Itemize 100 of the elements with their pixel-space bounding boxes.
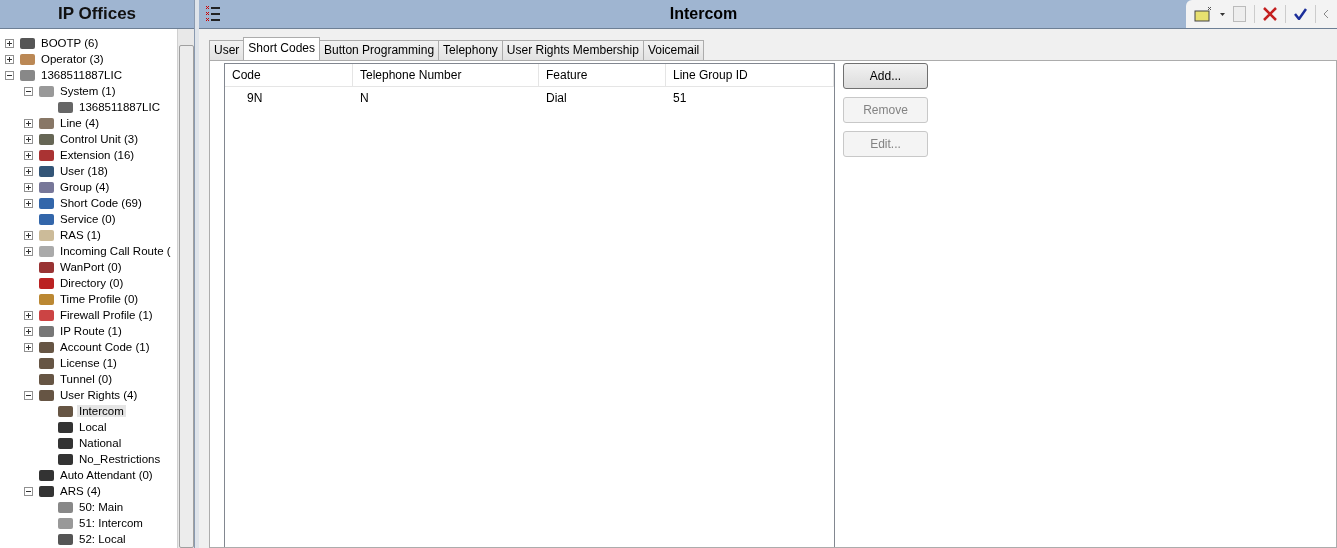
node-icon [58,501,73,513]
collapse-toggle[interactable] [5,70,14,80]
expand-toggle[interactable] [24,118,33,128]
expand-toggle[interactable] [24,326,33,336]
checkmark-icon[interactable] [1294,8,1307,20]
node-icon [39,149,54,161]
expand-toggle[interactable] [5,38,14,48]
tree-item[interactable]: IP Route (1) [58,325,124,337]
node-icon [39,485,54,497]
expand-toggle[interactable] [24,342,33,352]
tree-item[interactable]: Operator (3) [39,53,106,65]
node-icon [39,133,54,145]
tab[interactable]: Voicemail [642,40,705,60]
tree-item[interactable]: Control Unit (3) [58,133,140,145]
expand-toggle[interactable] [24,246,33,256]
tree-item[interactable]: User Rights (4) [58,389,140,401]
chevron-left-icon[interactable] [1324,10,1329,18]
node-icon [39,117,54,129]
tree-item[interactable]: Incoming Call Route ( [58,245,173,257]
node-icon [58,405,73,417]
node-icon [39,245,54,257]
expand-toggle[interactable] [24,134,33,144]
node-icon [39,293,54,305]
node-icon [58,533,73,545]
tree-item[interactable]: 51: Intercom [77,517,145,529]
expand-toggle[interactable] [24,150,33,160]
tree-item[interactable]: 52: Local [77,533,128,545]
tree-item[interactable]: System (1) [58,85,118,97]
tree-item[interactable]: No_Restrictions [77,453,163,465]
column-header[interactable]: Feature [539,64,666,86]
tree-item[interactable]: Account Code (1) [58,341,152,353]
collapse-toggle[interactable] [24,86,33,96]
node-icon [20,53,35,65]
tree-item[interactable]: WanPort (0) [58,261,124,273]
tab[interactable]: Button Programming [319,40,440,60]
column-header[interactable]: Code [225,64,353,86]
editor-title: Intercom [668,5,739,23]
table-cell-text: N [359,90,370,107]
node-icon [20,69,35,81]
list-icon[interactable] [205,5,221,23]
tab[interactable]: Short Codes [243,37,321,60]
tab[interactable]: User [209,40,245,60]
node-icon [39,85,54,97]
action-button[interactable]: Add... [843,63,928,89]
tree-item[interactable]: 1368511887LIC [39,69,124,81]
close-icon[interactable] [1263,7,1277,21]
tree-item[interactable]: Group (4) [58,181,112,193]
tab[interactable]: User Rights Membership [501,40,644,60]
column-header[interactable]: Telephone Number [353,64,539,86]
node-icon [39,373,54,385]
column-header[interactable]: Line Group ID [666,64,834,86]
tree-item[interactable]: 50: Main [77,501,126,513]
tree-item[interactable]: Auto Attendant (0) [58,469,155,481]
tree-item[interactable]: Local [77,421,109,433]
tree-item[interactable]: Line (4) [58,117,101,129]
node-icon [39,341,54,353]
tree-item[interactable]: National [77,437,124,449]
tree-item[interactable]: License (1) [58,357,119,369]
node-icon [39,389,54,401]
tree-item[interactable]: Intercom [77,405,126,417]
tree-item[interactable]: Time Profile (0) [58,293,141,305]
table-cell-text: 51 [672,90,688,107]
node-icon [39,357,54,369]
expand-toggle[interactable] [24,230,33,240]
tree-item[interactable]: Tunnel (0) [58,373,114,385]
table-cell-text: Dial [545,90,568,107]
tree-item[interactable]: User (18) [58,165,110,177]
node-icon [39,197,54,209]
tree-item[interactable]: Short Code (69) [58,197,144,209]
tree-item[interactable]: ARS (4) [58,485,103,497]
table-cell-text: 9N [246,90,264,107]
node-icon [39,165,54,177]
scrollbar[interactable] [177,29,194,548]
node-icon [39,469,54,481]
collapse-toggle[interactable] [24,390,33,400]
node-icon [39,181,54,193]
tree-item[interactable]: Extension (16) [58,149,137,161]
collapse-toggle[interactable] [24,486,33,496]
node-icon [39,261,54,273]
node-icon [39,213,54,225]
tree-item[interactable]: 1368511887LIC [77,101,162,113]
tree-item[interactable]: Directory (0) [58,277,126,289]
expand-toggle[interactable] [24,182,33,192]
expand-toggle[interactable] [24,310,33,320]
node-icon [58,517,73,529]
dropdown-caret-icon[interactable] [1220,12,1225,16]
folder-icon[interactable] [1194,6,1212,22]
node-icon [39,229,54,241]
tree-item[interactable]: Service (0) [58,213,118,225]
tree-item[interactable]: BOOTP (6) [39,37,101,49]
expand-toggle[interactable] [24,198,33,208]
expand-toggle[interactable] [5,54,14,64]
node-icon [39,309,54,321]
tree-item[interactable]: Firewall Profile (1) [58,309,155,321]
tab[interactable]: Telephony [438,40,503,60]
node-icon [58,101,73,113]
node-icon [39,277,54,289]
node-icon [58,437,73,449]
tree-item[interactable]: RAS (1) [58,229,103,241]
expand-toggle[interactable] [24,166,33,176]
